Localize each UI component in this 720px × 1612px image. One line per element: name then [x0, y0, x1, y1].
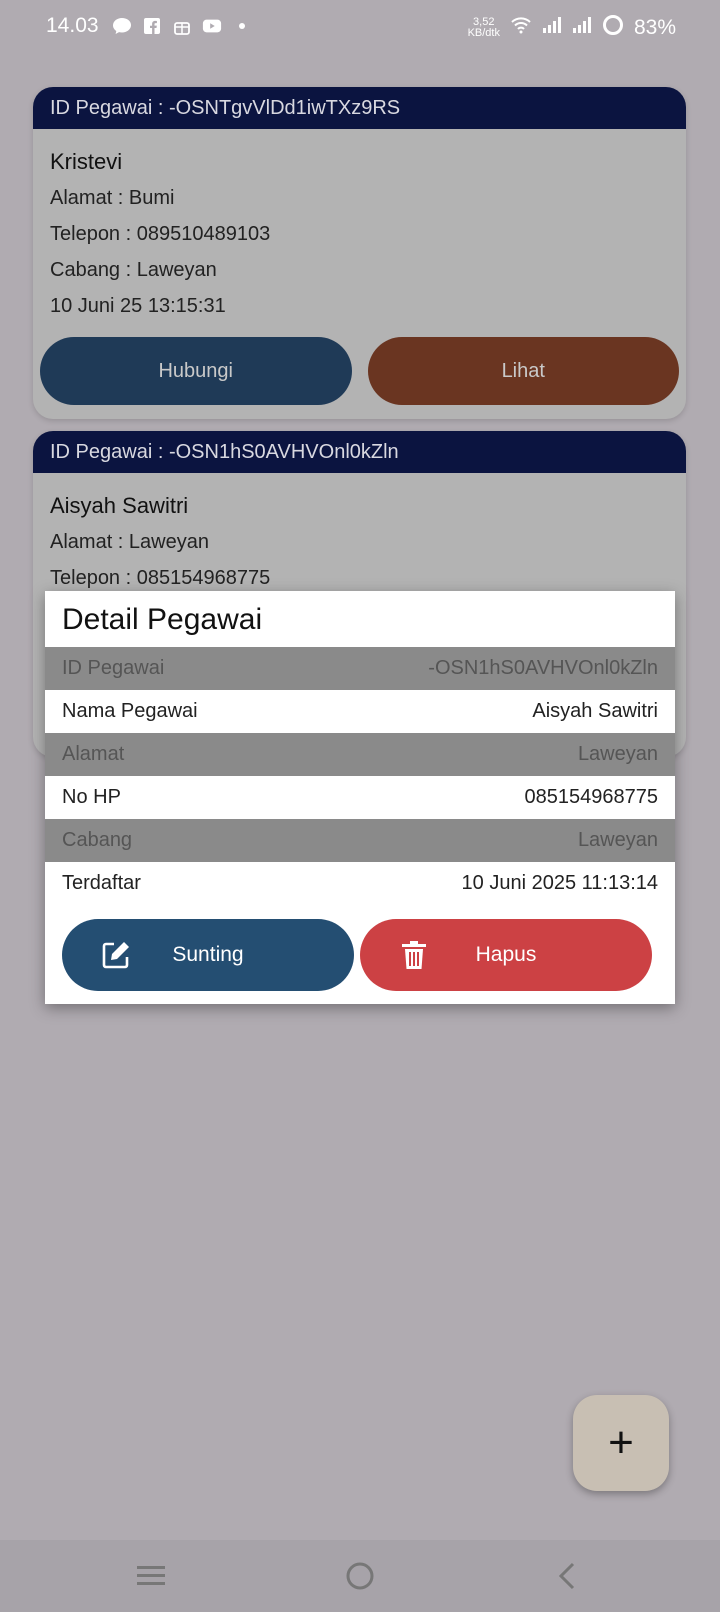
status-bar: 14.03 3,52 KB/dtk 83%: [0, 0, 720, 56]
card-address: Alamat : Bumi: [50, 187, 175, 209]
detail-row-name: Nama Pegawai Aisyah Sawitri: [45, 690, 675, 733]
add-employee-button[interactable]: +: [573, 1395, 669, 1491]
detail-value: Laweyan: [577, 829, 658, 851]
detail-value: Aisyah Sawitri: [532, 700, 658, 722]
battery-icon: [602, 14, 624, 41]
detail-value: Laweyan: [577, 743, 658, 765]
network-speed: 3,52 KB/dtk: [467, 15, 500, 39]
view-button[interactable]: Lihat: [367, 337, 679, 405]
notification-icons: [112, 16, 252, 36]
employee-detail-dialog: Detail Pegawai ID Pegawai -OSN1hS0AVHVOn…: [45, 591, 675, 1004]
detail-row-registered: Terdaftar 10 Juni 2025 11:13:14: [45, 862, 675, 905]
detail-value: -OSN1hS0AVHVOnl0kZln: [428, 657, 658, 679]
card-employee-name: Kristevi: [50, 149, 123, 174]
delete-button[interactable]: Hapus: [360, 919, 652, 991]
card-employee-name: Aisyah Sawitri: [50, 493, 189, 518]
system-nav-bar: [0, 1540, 720, 1612]
network-speed-unit: KB/dtk: [467, 26, 500, 39]
signal-2-icon: [572, 16, 592, 39]
detail-label: ID Pegawai: [62, 657, 165, 679]
card-header-id: ID Pegawai : -OSNTgvVlDd1iwTXz9RS: [33, 87, 686, 129]
delete-button-label: Hapus: [475, 943, 537, 966]
card-branch: Cabang : Laweyan: [50, 259, 217, 281]
detail-value: 10 Juni 2025 11:13:14: [461, 872, 658, 894]
youtube-icon: [202, 16, 222, 36]
edit-button-label: Sunting: [172, 943, 244, 966]
dialog-title: Detail Pegawai: [62, 603, 263, 636]
detail-row-branch: Cabang Laweyan: [45, 819, 675, 862]
signal-1-icon: [542, 16, 562, 39]
card-phone: Telepon : 085154968775: [50, 567, 271, 589]
gift-icon: [172, 16, 192, 36]
chat-icon: [112, 16, 132, 36]
employee-card: ID Pegawai : -OSNTgvVlDd1iwTXz9RS Kriste…: [33, 87, 686, 419]
detail-label: Terdaftar: [62, 872, 141, 894]
detail-value: 085154968775: [524, 786, 658, 808]
detail-label: No HP: [62, 786, 121, 808]
detail-label: Nama Pegawai: [62, 700, 198, 722]
card-date: 10 Juni 25 13:15:31: [50, 295, 226, 317]
battery-percent: 83%: [633, 15, 676, 39]
menu-icon: [137, 1566, 165, 1585]
recent-apps-button[interactable]: [131, 1556, 171, 1596]
contact-button[interactable]: Hubungi: [40, 337, 352, 405]
home-button[interactable]: [340, 1556, 380, 1596]
status-right: 3,52 KB/dtk 83%: [468, 14, 676, 41]
trash-icon: [398, 939, 430, 971]
back-button[interactable]: [548, 1556, 588, 1596]
facebook-icon: [142, 16, 162, 36]
edit-button[interactable]: Sunting: [62, 919, 354, 991]
status-time: 14.03: [46, 14, 99, 37]
network-speed-value: 3,52: [473, 15, 495, 28]
card-header-id: ID Pegawai : -OSN1hS0AVHVOnl0kZln: [33, 431, 686, 473]
more-notifications-dot-icon: [232, 16, 252, 36]
wifi-icon: [510, 16, 532, 39]
detail-row-id: ID Pegawai -OSN1hS0AVHVOnl0kZln: [45, 647, 675, 690]
home-circle-icon: [346, 1562, 374, 1590]
detail-label: Alamat: [62, 743, 125, 765]
edit-icon: [100, 939, 132, 971]
detail-row-address: Alamat Laweyan: [45, 733, 675, 776]
detail-label: Cabang: [62, 829, 133, 851]
card-address: Alamat : Laweyan: [50, 531, 209, 553]
plus-icon: +: [608, 1418, 634, 1467]
card-phone: Telepon : 089510489103: [50, 223, 271, 245]
back-chevron-icon: [558, 1562, 575, 1590]
detail-row-phone: No HP 085154968775: [45, 776, 675, 819]
